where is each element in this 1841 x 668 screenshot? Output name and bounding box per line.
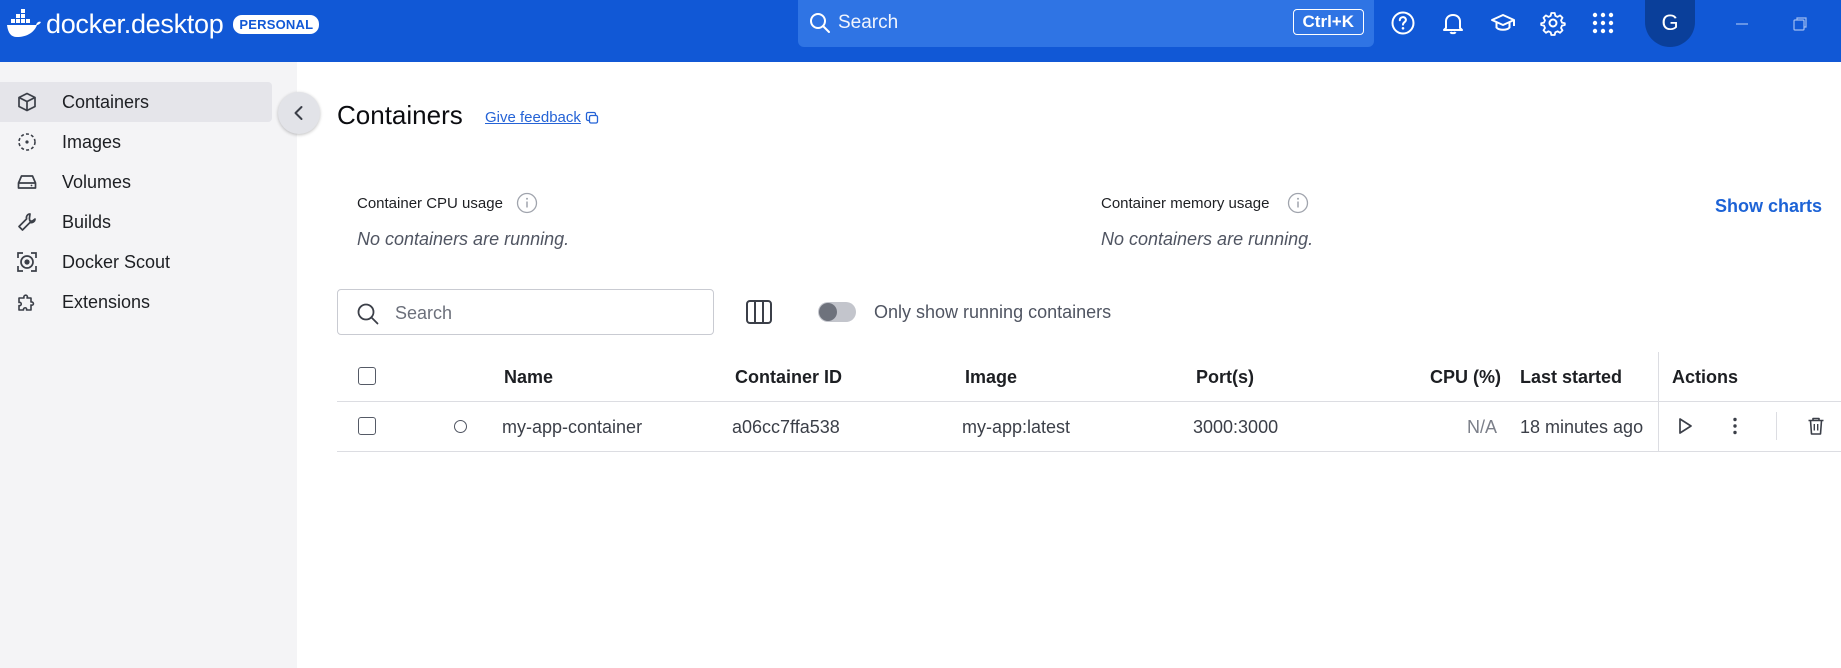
bell-icon[interactable]: [1440, 10, 1466, 36]
table-row-divider: [337, 451, 1841, 452]
column-header-ports[interactable]: Port(s): [1196, 367, 1254, 388]
avatar[interactable]: G: [1645, 0, 1695, 47]
sidebar-item-extensions[interactable]: Extensions: [0, 282, 272, 322]
sidebar-item-label: Extensions: [62, 292, 151, 312]
image-icon: [18, 133, 36, 151]
docker-whale-icon: [7, 9, 41, 37]
column-header-cpu[interactable]: CPU (%): [1430, 367, 1501, 388]
wrench-icon: [18, 213, 36, 231]
sidebar-item-docker-scout[interactable]: Docker Scout: [0, 242, 272, 282]
action-separator: [1776, 412, 1777, 440]
volume-icon: [17, 175, 37, 189]
sidebar: Containers Images Volumes Builds Docker …: [0, 62, 297, 668]
container-icon: [18, 92, 36, 112]
search-placeholder: Search: [395, 303, 453, 323]
cpu-usage-empty-text: No containers are running.: [357, 229, 570, 249]
sidebar-item-label: Docker Scout: [62, 252, 171, 272]
sidebar-item-label: Containers: [62, 92, 150, 112]
cell-name[interactable]: my-app-container: [502, 417, 642, 438]
running-only-label: Only show running containers: [874, 302, 1112, 322]
gear-icon[interactable]: [1540, 10, 1566, 36]
column-header-image[interactable]: Image: [965, 367, 1017, 388]
global-search-placeholder: Search: [838, 12, 899, 33]
plan-badge: PERSONAL: [233, 14, 320, 34]
app-name: docker.desktop: [46, 8, 224, 39]
cpu-usage-label: Container CPU usage: [357, 195, 503, 212]
sidebar-item-containers[interactable]: Containers: [0, 82, 272, 122]
column-header-last-started[interactable]: Last started: [1520, 367, 1622, 388]
search-icon: [810, 13, 830, 33]
cell-last-started: 18 minutes ago: [1520, 417, 1644, 437]
more-vertical-icon[interactable]: [1724, 415, 1746, 437]
sidebar-item-label: Builds: [62, 212, 112, 232]
give-feedback-label: Give feedback: [485, 109, 581, 126]
search-shortcut-badge: Ctrl+K: [1292, 9, 1364, 35]
memory-usage-label: Container memory usage: [1101, 195, 1270, 212]
search-icon: [357, 303, 379, 325]
running-only-toggle[interactable]: [818, 302, 856, 322]
trash-icon[interactable]: [1805, 415, 1827, 437]
cell-container-id[interactable]: a06cc7ffa538: [732, 417, 840, 438]
restore-window-icon[interactable]: [1788, 12, 1812, 36]
play-icon[interactable]: [1674, 415, 1696, 437]
container-search-input[interactable]: Search: [337, 289, 714, 335]
cell-ports[interactable]: 3000:3000: [1193, 417, 1278, 438]
status-indicator: [454, 420, 467, 433]
info-icon[interactable]: [516, 192, 538, 214]
column-header-container-id[interactable]: Container ID: [735, 367, 842, 388]
help-icon[interactable]: [1390, 10, 1416, 36]
scout-icon: [17, 252, 37, 272]
minimize-window-icon[interactable]: [1730, 12, 1754, 36]
chevron-left-icon: [294, 106, 303, 120]
collapse-sidebar-button[interactable]: [278, 92, 320, 134]
info-icon[interactable]: [1287, 192, 1309, 214]
sidebar-item-label: Volumes: [62, 172, 132, 192]
toggle-knob: [819, 303, 837, 321]
apps-grid-icon[interactable]: [1590, 10, 1616, 36]
learning-center-icon[interactable]: [1490, 10, 1516, 36]
docker-logo: docker.desktop PERSONAL: [6, 6, 320, 42]
row-checkbox[interactable]: [358, 417, 376, 435]
page-title: Containers: [337, 100, 463, 130]
table-header-divider: [337, 401, 1841, 402]
memory-usage-empty-text: No containers are running.: [1101, 229, 1314, 249]
puzzle-icon: [18, 294, 35, 311]
give-feedback-link[interactable]: Give feedback: [485, 109, 599, 126]
feedback-icon: [585, 111, 599, 124]
sidebar-item-builds[interactable]: Builds: [0, 202, 272, 242]
global-search[interactable]: Search Ctrl+K: [798, 0, 1374, 47]
cell-image[interactable]: my-app:latest: [962, 417, 1070, 438]
actions-column-divider: [1658, 352, 1659, 452]
sidebar-item-images[interactable]: Images: [0, 122, 272, 162]
sidebar-item-volumes[interactable]: Volumes: [0, 162, 272, 202]
columns-icon[interactable]: [745, 299, 773, 325]
column-header-name[interactable]: Name: [504, 367, 553, 388]
column-header-actions: Actions: [1672, 367, 1739, 387]
sidebar-item-label: Images: [62, 132, 122, 152]
cell-cpu: N/A: [1467, 417, 1498, 437]
select-all-checkbox[interactable]: [358, 367, 376, 385]
show-charts-button[interactable]: Show charts: [1715, 196, 1822, 217]
top-bar: docker.desktop PERSONAL Search Ctrl+K G: [0, 0, 1841, 62]
